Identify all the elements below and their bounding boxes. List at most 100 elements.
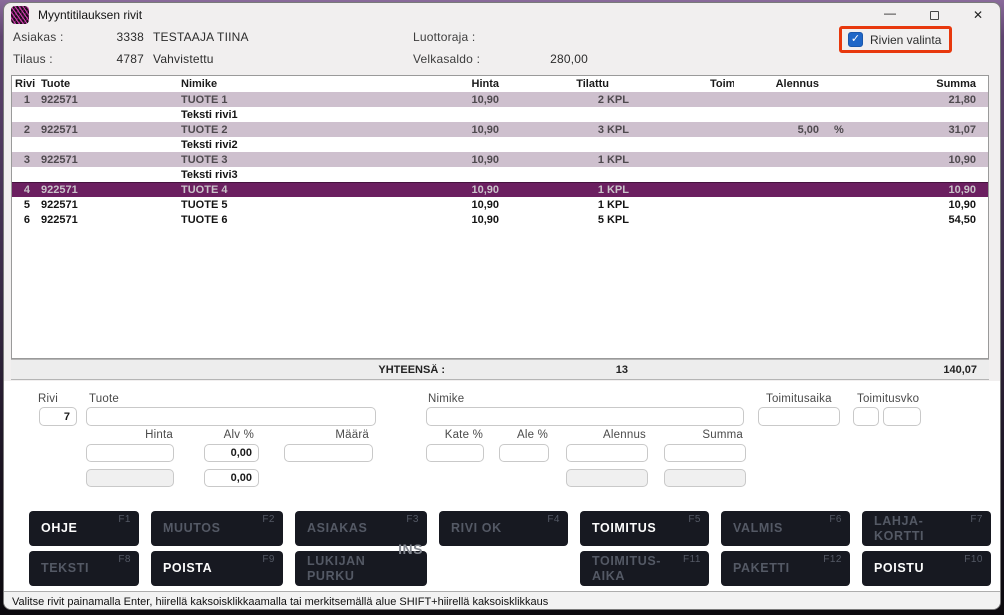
col-header-toim: Toim.: [634, 78, 734, 90]
rivi-label: Rivi: [38, 393, 58, 405]
col-header-tuote: Tuote: [36, 78, 172, 90]
customer-label: Asiakas :: [13, 30, 64, 44]
toimitusaika-label: Toimitusaika: [766, 393, 832, 405]
fkey-label: F8: [118, 554, 131, 565]
empty-button-slot: [439, 551, 568, 586]
fkey-label: F9: [262, 554, 275, 565]
debt-balance-value: 280,00: [501, 52, 588, 66]
checkmark-icon: ✓: [851, 33, 860, 45]
table-row[interactable]: Teksti rivi1: [12, 107, 988, 122]
nimike-input[interactable]: [426, 407, 744, 426]
total-sum: 140,07: [846, 364, 989, 376]
lahjakortti-button[interactable]: LAHJA-KORTTI F7: [862, 511, 991, 546]
col-header-alennus: Alennus: [734, 78, 819, 90]
table-row[interactable]: Teksti rivi3: [12, 167, 988, 182]
fkey-label: INS: [398, 541, 423, 557]
fkey-label: F6: [829, 514, 842, 525]
order-status: Vahvistettu: [153, 52, 214, 66]
poista-button[interactable]: POISTA F9: [151, 551, 283, 586]
toimitusvko-input-2[interactable]: [883, 407, 921, 426]
function-button-panel: OHJE F1 MUUTOS F2 ASIAKAS F3 RIVI OK F4 …: [4, 507, 1001, 591]
status-bar: Valitse rivit painamalla Enter, hiirellä…: [4, 591, 1001, 610]
toimitusvko-label: Toimitusvko: [857, 393, 919, 405]
table-row[interactable]: 6 922571 TUOTE 6 10,90 5 KPL 54,50: [12, 212, 988, 227]
alennus-label: Alennus: [588, 429, 646, 441]
total-label: YHTEENSÄ :: [171, 364, 456, 376]
order-label: Tilaus :: [13, 52, 53, 66]
maara-input[interactable]: [284, 444, 373, 462]
order-rows-table: Rivi Tuote Nimike Hinta Tilattu Toim. Al…: [11, 75, 989, 359]
summa-label: Summa: [685, 429, 743, 441]
toimitusvko-input-1[interactable]: [853, 407, 879, 426]
tuote-label: Tuote: [89, 393, 119, 405]
ohje-button[interactable]: OHJE F1: [29, 511, 139, 546]
ale-input[interactable]: [499, 444, 549, 462]
fkey-label: F2: [262, 514, 275, 525]
sales-order-rows-window: Myyntitilauksen rivit — ✕ Asiakas : 3338…: [3, 2, 1001, 610]
highlight-annotation: ✓ Rivien valinta: [839, 26, 952, 53]
toimitusaika-input[interactable]: [758, 407, 840, 426]
status-text: Valitse rivit painamalla Enter, hiirellä…: [12, 596, 548, 608]
minimize-icon: —: [884, 6, 896, 20]
totals-bar: YHTEENSÄ : 13 140,07: [11, 359, 989, 380]
hinta-label: Hinta: [121, 429, 173, 441]
lukijan-purku-button[interactable]: LUKIJAN PURKU INS: [295, 551, 427, 586]
toimitus-button[interactable]: TOIMITUS F5: [580, 511, 709, 546]
rivi-ok-button[interactable]: RIVI OK F4: [439, 511, 568, 546]
tuote-input[interactable]: [86, 407, 376, 426]
app-logo-icon: [11, 6, 29, 24]
rivien-valinta-checkbox[interactable]: ✓: [848, 32, 863, 47]
rivien-valinta-label: Rivien valinta: [870, 33, 941, 47]
alv-input-2[interactable]: [204, 469, 259, 487]
minimize-button[interactable]: —: [868, 3, 912, 27]
alennus-input[interactable]: [566, 444, 648, 462]
summa-input-2[interactable]: [664, 469, 746, 487]
alv-input[interactable]: [204, 444, 259, 462]
col-header-rivi: Rivi: [12, 78, 36, 90]
customer-name: TESTAAJA TIINA: [153, 30, 249, 44]
table-row[interactable]: Teksti rivi2: [12, 137, 988, 152]
alv-label: Alv %: [196, 429, 254, 441]
table-row[interactable]: 3 922571 TUOTE 3 10,90 1 KPL 10,90: [12, 152, 988, 167]
table-row-selected[interactable]: 4 922571 TUOTE 4 10,90 1 KPL 10,90: [12, 182, 988, 197]
table-header-row: Rivi Tuote Nimike Hinta Tilattu Toim. Al…: [12, 76, 988, 92]
hinta-input-2[interactable]: [86, 469, 174, 487]
valmis-button[interactable]: VALMIS F6: [721, 511, 850, 546]
col-header-nimike: Nimike: [172, 78, 457, 90]
close-button[interactable]: ✕: [956, 3, 1000, 27]
maximize-button[interactable]: [912, 3, 956, 27]
maara-label: Määrä: [311, 429, 369, 441]
row-edit-form: Rivi Tuote Nimike Toimitusaika Toimitusv…: [4, 381, 1001, 507]
credit-limit-label: Luottoraja :: [413, 30, 475, 44]
desktop-background: Myyntitilauksen rivit — ✕ Asiakas : 3338…: [0, 0, 1004, 615]
alennus-input-2[interactable]: [566, 469, 648, 487]
title-bar[interactable]: Myyntitilauksen rivit — ✕: [4, 3, 1000, 27]
fkey-label: F5: [688, 514, 701, 525]
muutos-button[interactable]: MUUTOS F2: [151, 511, 283, 546]
teksti-button[interactable]: TEKSTI F8: [29, 551, 139, 586]
fkey-label: F7: [970, 514, 983, 525]
window-title: Myyntitilauksen rivit: [38, 8, 142, 22]
ale-label: Ale %: [491, 429, 548, 441]
fkey-label: F3: [406, 514, 419, 525]
fkey-label: F1: [118, 514, 131, 525]
fkey-label: F4: [547, 514, 560, 525]
rivi-input[interactable]: [39, 407, 77, 426]
paketti-button[interactable]: PAKETTI F12: [721, 551, 850, 586]
poistu-button[interactable]: POISTU F10: [862, 551, 991, 586]
col-header-summa: Summa: [847, 78, 988, 90]
maximize-icon: [930, 11, 939, 20]
kate-input[interactable]: [426, 444, 484, 462]
toimitusaika-button[interactable]: TOIMITUS-AIKA F11: [580, 551, 709, 586]
table-row[interactable]: 1 922571 TUOTE 1 10,90 2 KPL 21,80: [12, 92, 988, 107]
nimike-label: Nimike: [428, 393, 464, 405]
close-icon: ✕: [973, 8, 983, 22]
table-row[interactable]: 5 922571 TUOTE 5 10,90 1 KPL 10,90: [12, 197, 988, 212]
order-number: 4787: [84, 52, 144, 66]
hinta-input[interactable]: [86, 444, 174, 462]
customer-number: 3338: [84, 30, 144, 44]
kate-label: Kate %: [425, 429, 483, 441]
summa-input[interactable]: [664, 444, 746, 462]
table-row[interactable]: 2 922571 TUOTE 2 10,90 3 KPL 5,00 % 31,0…: [12, 122, 988, 137]
fkey-label: F11: [683, 554, 701, 565]
